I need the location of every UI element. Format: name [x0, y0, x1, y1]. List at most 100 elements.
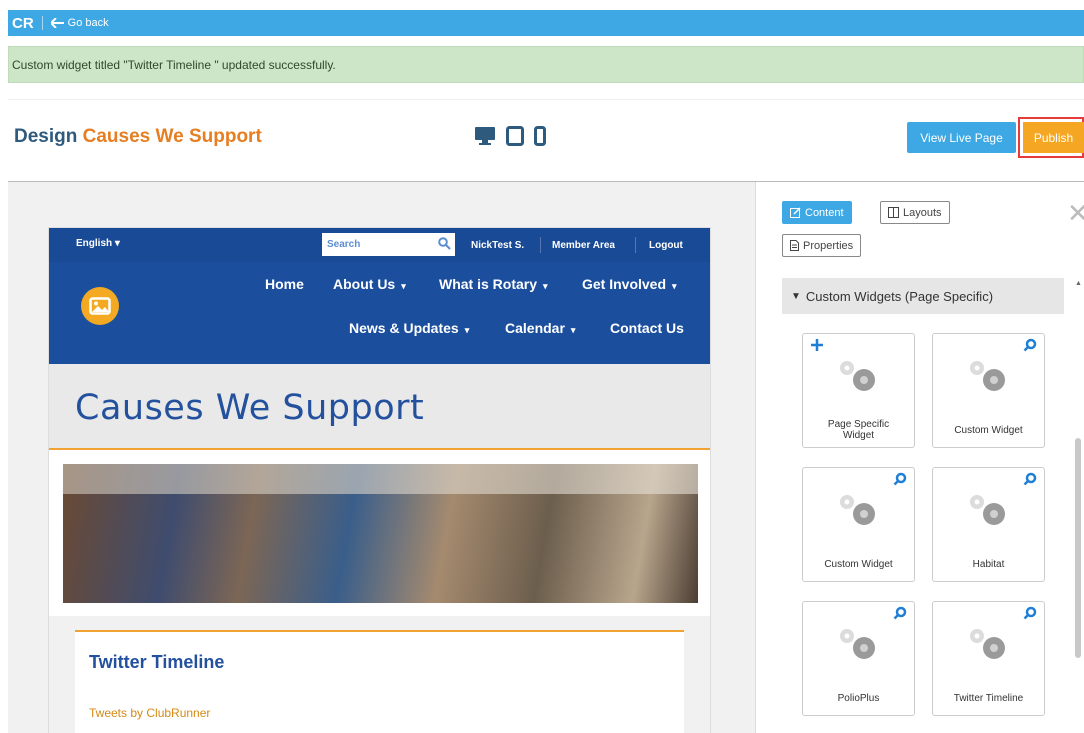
go-back-label: Go back — [67, 17, 109, 29]
scrollbar-thumb[interactable] — [1075, 438, 1081, 658]
nav-item-home[interactable]: Home — [265, 276, 304, 292]
image-placeholder-icon[interactable] — [81, 287, 119, 325]
page-name: Causes We Support — [82, 126, 262, 147]
user-link[interactable]: NickTest S. — [471, 240, 524, 251]
search-icon[interactable] — [438, 237, 451, 250]
widget-label-line: Page Specific — [827, 419, 890, 430]
widget-tile[interactable]: PolioPlus — [802, 601, 915, 716]
divider — [8, 99, 1084, 100]
widget-tile[interactable]: Habitat — [932, 467, 1045, 582]
success-alert: Custom widget titled "Twitter Timeline "… — [8, 46, 1084, 83]
plus-icon[interactable] — [810, 338, 824, 352]
search-icon[interactable] — [893, 606, 907, 620]
widget-tile[interactable]: Custom Widget — [932, 333, 1045, 448]
caret-down-icon: ▾ — [464, 325, 470, 335]
nav-item-calendar[interactable]: Calendar ▾ — [505, 320, 575, 336]
device-switcher — [474, 126, 546, 151]
widget-tile[interactable]: Custom Widget — [802, 467, 915, 582]
tab-content[interactable]: Content — [782, 201, 852, 224]
desktop-icon[interactable] — [474, 126, 496, 151]
view-live-page-button[interactable]: View Live Page — [907, 122, 1016, 153]
widget-label: Custom Widget — [954, 425, 1023, 436]
caret-down-icon: ▾ — [672, 281, 677, 291]
language-label: English — [76, 238, 113, 249]
gear-icon — [840, 361, 875, 391]
nav-label: News & Updates — [349, 320, 459, 336]
tweets-link[interactable]: Tweets by ClubRunner — [89, 706, 210, 720]
alert-message: Custom widget titled "Twitter Timeline "… — [12, 57, 336, 72]
widget-label: PolioPlus — [837, 693, 880, 704]
widget-tile[interactable]: Twitter Timeline — [932, 601, 1045, 716]
nav-label: Home — [265, 276, 304, 292]
tab-label: Content — [805, 206, 844, 219]
panel-scrollbar[interactable]: ▲ — [1074, 278, 1082, 733]
widget-label: Habitat — [972, 559, 1005, 570]
section-title: Custom Widgets (Page Specific) — [805, 288, 994, 304]
nav-item-what-is-rotary[interactable]: What is Rotary ▾ — [439, 276, 548, 292]
caret-down-icon: ▾ — [570, 325, 576, 335]
custom-widgets-section-header[interactable]: ▼ Custom Widgets (Page Specific) — [782, 278, 1064, 314]
design-label: Design — [14, 126, 78, 147]
divider — [41, 16, 43, 30]
site-top-bar: English ▾ Search NickTest S. Member Area… — [49, 228, 710, 262]
language-selector[interactable]: English ▾ — [76, 238, 120, 249]
search-icon[interactable] — [1023, 472, 1037, 486]
widget-tile[interactable]: Page Specific Widget — [802, 333, 915, 448]
divider — [540, 237, 541, 253]
gear-icon — [840, 495, 875, 525]
publish-button[interactable]: Publish — [1023, 122, 1084, 153]
nav-item-news-updates[interactable]: News & Updates ▾ — [349, 320, 469, 336]
site-page-title-band: Causes We Support — [49, 364, 710, 450]
search-icon[interactable] — [893, 472, 907, 486]
hero-image-sky — [63, 464, 698, 494]
tablet-icon[interactable] — [506, 126, 524, 151]
nav-item-about-us[interactable]: About Us ▾ — [333, 276, 406, 292]
gear-icon — [840, 629, 875, 659]
twitter-widget-title: Twitter Timeline — [89, 652, 225, 672]
widget-label: Custom Widget — [824, 559, 893, 570]
close-icon[interactable]: ✕ — [1067, 200, 1084, 226]
nav-label: Calendar — [505, 320, 565, 336]
search-icon[interactable] — [1023, 338, 1037, 352]
tab-properties[interactable]: Properties — [782, 234, 862, 257]
nav-label: About Us — [333, 276, 396, 292]
logout-link[interactable]: Logout — [649, 240, 683, 251]
nav-label: What is Rotary — [439, 276, 538, 292]
caret-down-icon: ▾ — [543, 281, 548, 291]
divider — [635, 237, 636, 253]
widget-label: Page Specific Widget — [803, 419, 914, 441]
nav-label: Contact Us — [610, 320, 684, 336]
gear-icon — [970, 629, 1005, 659]
twitter-widget[interactable]: Twitter Timeline Tweets by ClubRunner — [75, 630, 684, 733]
caret-down-icon: ▾ — [401, 281, 406, 291]
nav-item-get-involved[interactable]: Get Involved ▾ — [582, 276, 677, 292]
nav-label: Get Involved — [582, 276, 667, 292]
site-search-input[interactable]: Search — [322, 233, 455, 256]
arrow-left-icon — [50, 18, 64, 28]
widget-label: Twitter Timeline — [953, 693, 1024, 704]
widget-label-line: Widget — [842, 429, 875, 441]
top-bar: CR Go back — [8, 10, 1084, 36]
nav-item-contact-us[interactable]: Contact Us — [610, 320, 684, 336]
site-preview: English ▾ Search NickTest S. Member Area… — [48, 227, 711, 733]
scroll-up-icon[interactable]: ▲ — [1075, 280, 1082, 287]
site-nav: Home About Us ▾ What is Rotary ▾ Get Invol… — [49, 262, 710, 364]
go-back-link[interactable]: Go back — [50, 17, 109, 29]
page-title: Design Causes We Support — [14, 126, 262, 148]
tab-label: Properties — [803, 239, 854, 252]
caret-down-icon: ▾ — [114, 238, 120, 249]
search-icon[interactable] — [1023, 606, 1037, 620]
gear-icon — [970, 361, 1005, 391]
widget-panel: Content Layouts Properties ✕ ▼ Custom Wi… — [756, 182, 1084, 733]
mobile-icon[interactable] — [534, 126, 546, 151]
columns-icon — [888, 207, 899, 218]
gear-icon — [970, 495, 1005, 525]
search-placeholder: Search — [327, 239, 361, 250]
site-page-title: Causes We Support — [75, 388, 425, 428]
document-icon — [790, 240, 799, 251]
app-logo[interactable]: CR — [12, 15, 34, 32]
chevron-down-icon: ▼ — [791, 290, 801, 302]
member-area-link[interactable]: Member Area — [552, 240, 615, 251]
tab-layouts[interactable]: Layouts — [880, 201, 950, 224]
hero-image[interactable] — [63, 464, 698, 603]
